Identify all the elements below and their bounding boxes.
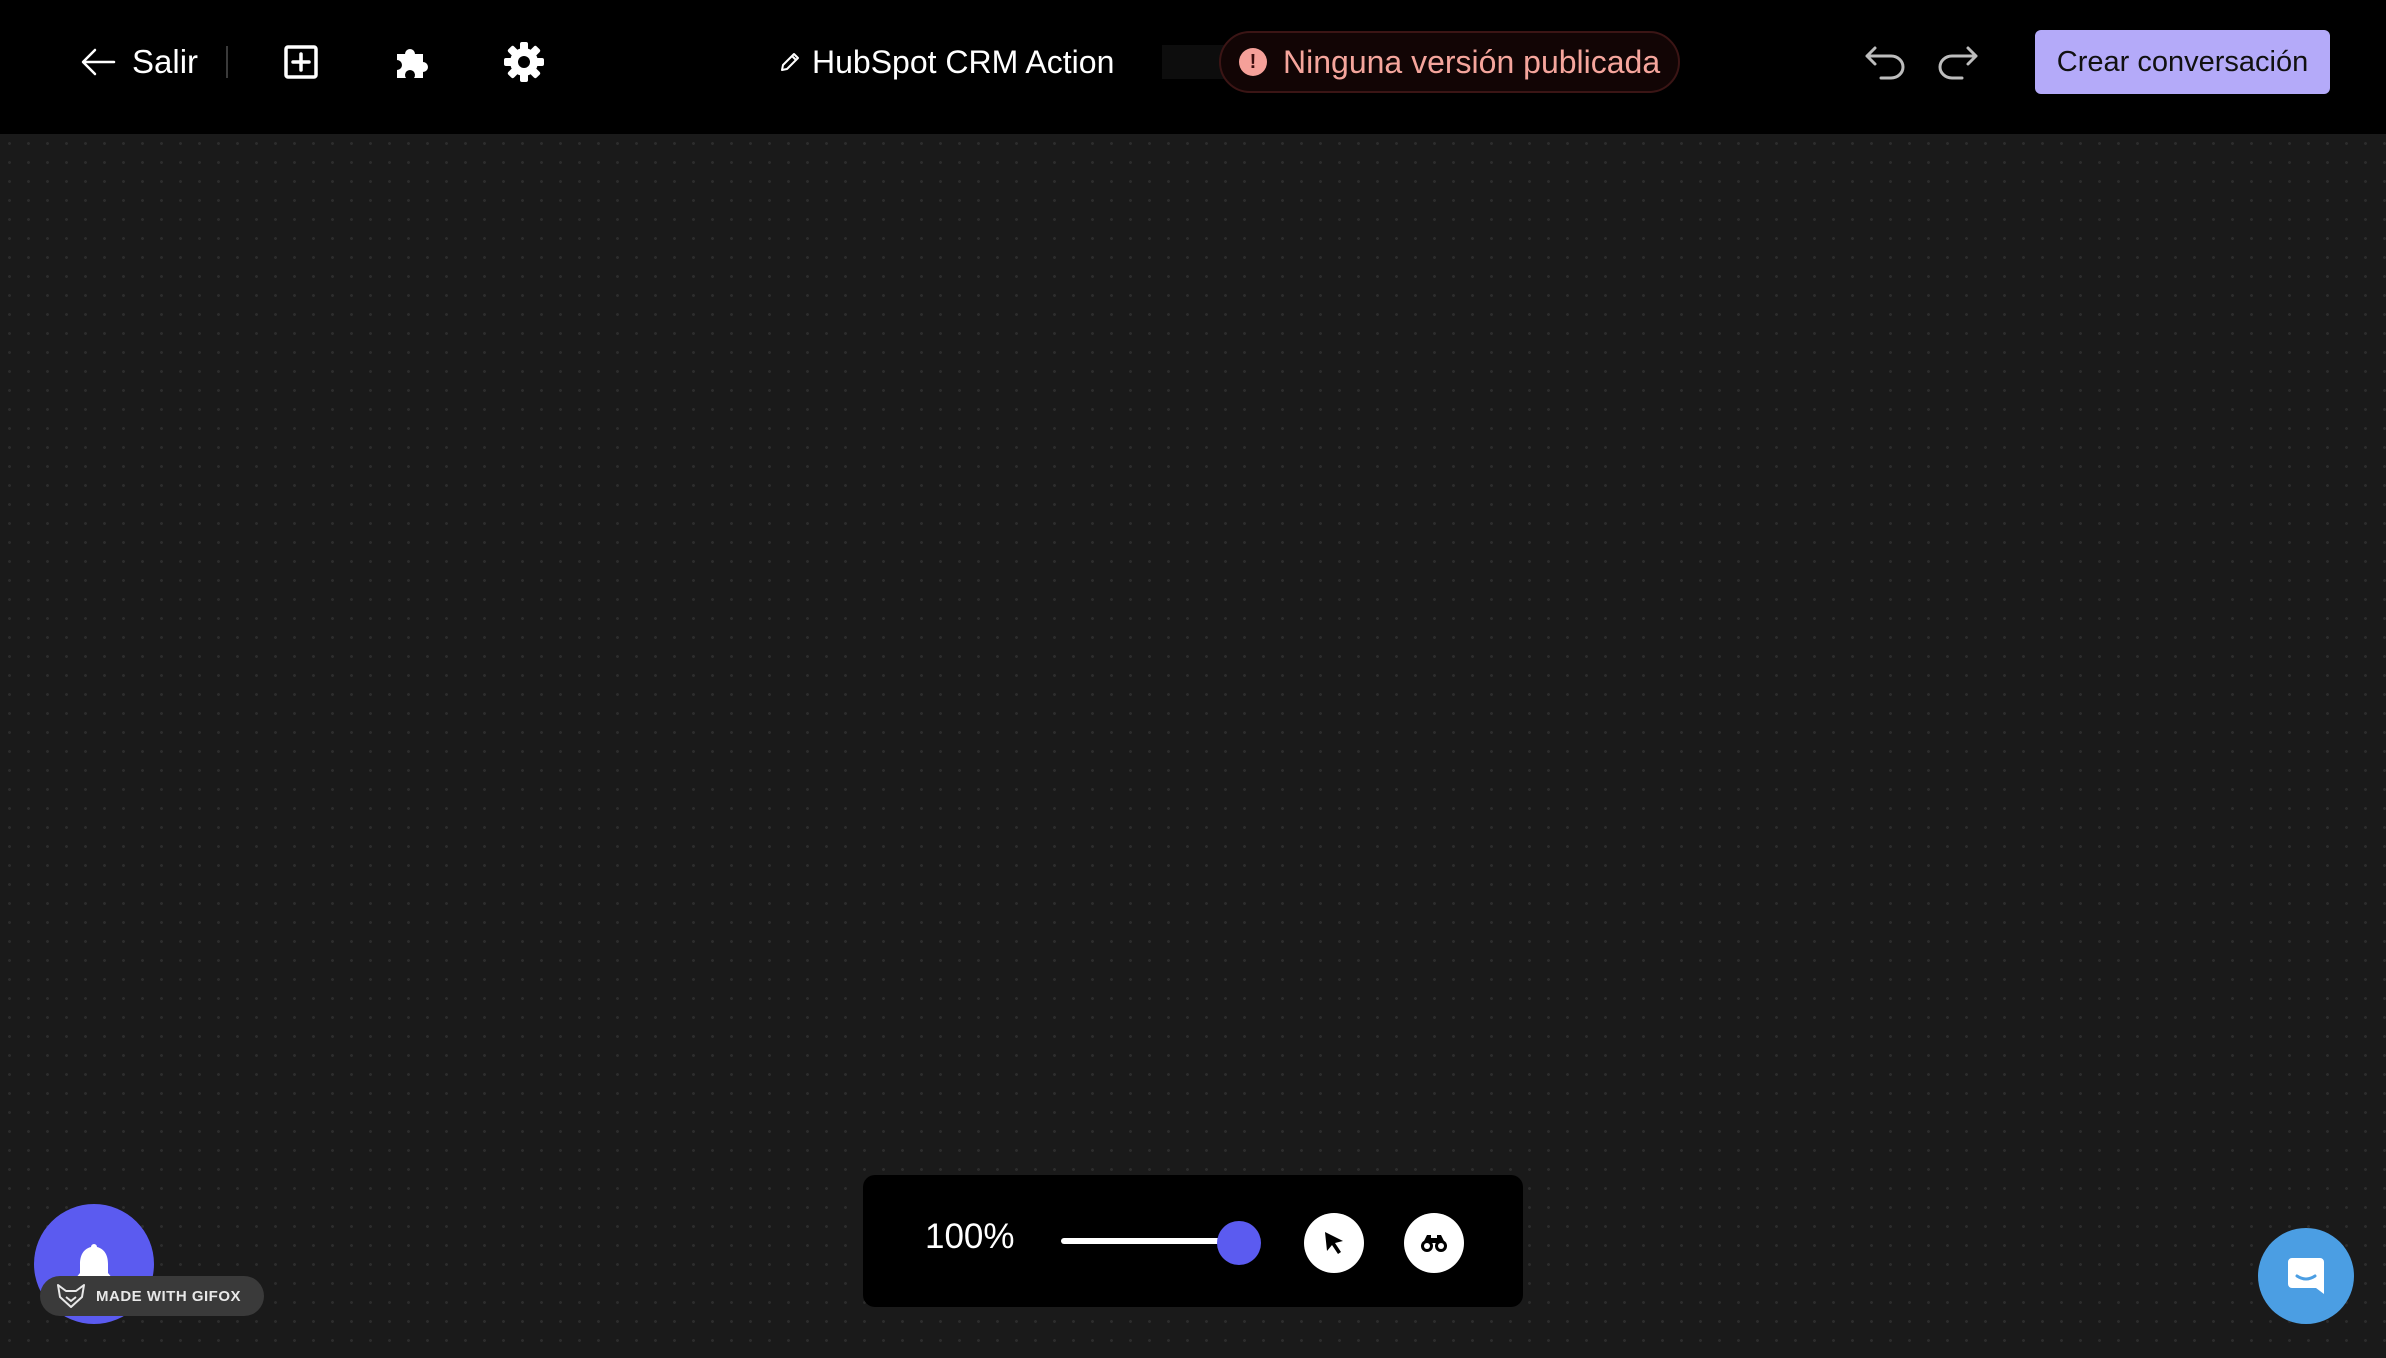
gifox-text: MADE WITH GIFOX xyxy=(96,1287,241,1305)
create-conversation-button[interactable]: Crear conversación xyxy=(2035,30,2330,94)
exit-button[interactable]: Salir xyxy=(80,38,198,86)
flow-title-input[interactable]: HubSpot CRM Action xyxy=(812,44,1232,80)
chat-launcher-button[interactable] xyxy=(2258,1228,2354,1324)
arrow-left-icon xyxy=(81,48,116,76)
settings-button[interactable] xyxy=(500,37,548,87)
zoom-slider[interactable] xyxy=(1061,1221,1261,1265)
divider xyxy=(226,46,228,78)
zoom-slider-thumb[interactable] xyxy=(1217,1221,1261,1265)
top-bar: Salir HubSpot CRM Action ! Ninguna versi… xyxy=(0,0,2386,134)
redo-icon xyxy=(1938,46,1978,80)
add-square-icon xyxy=(284,45,318,79)
plugins-button[interactable] xyxy=(388,37,436,87)
gifox-watermark: MADE WITH GIFOX xyxy=(40,1276,264,1316)
binoculars-icon xyxy=(1421,1235,1447,1252)
exit-label: Salir xyxy=(132,43,199,80)
gear-icon xyxy=(504,42,544,82)
zoom-toolbar: 100% xyxy=(863,1175,1523,1307)
alert-circle-icon: ! xyxy=(1239,48,1267,76)
zoom-slider-track xyxy=(1061,1238,1239,1244)
undo-button[interactable] xyxy=(1860,38,1910,86)
redo-button[interactable] xyxy=(1933,38,1983,86)
chat-icon xyxy=(2288,1258,2324,1294)
cursor-icon xyxy=(1325,1232,1343,1254)
flow-title-text: HubSpot CRM Action xyxy=(812,43,1115,80)
puzzle-icon xyxy=(397,48,428,78)
gifox-logo-icon xyxy=(57,1284,85,1308)
pencil-icon xyxy=(781,53,799,71)
flow-title[interactable]: HubSpot CRM Action xyxy=(778,38,1232,86)
status-text: Ninguna versión publicada xyxy=(1283,43,1661,80)
search-tool-button[interactable] xyxy=(1404,1213,1464,1273)
zoom-level: 100% xyxy=(925,1217,1015,1256)
add-button[interactable] xyxy=(277,37,325,87)
status-badge: ! Ninguna versión publicada xyxy=(1219,31,1680,93)
select-tool-button[interactable] xyxy=(1304,1213,1364,1273)
undo-icon xyxy=(1865,46,1905,80)
